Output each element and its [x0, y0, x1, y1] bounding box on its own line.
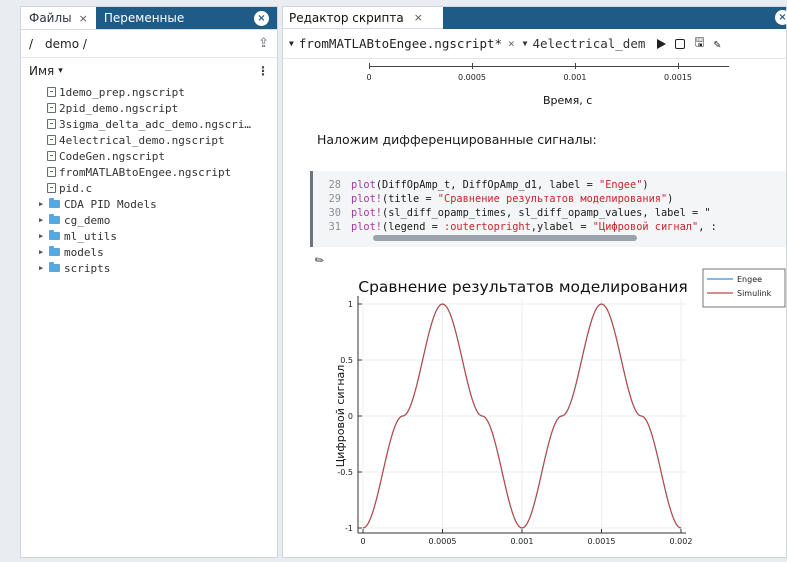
file-name: pid.c: [59, 181, 93, 195]
script-file-icon: [47, 103, 56, 113]
chevron-right-icon[interactable]: ▶: [39, 264, 49, 272]
folder-name: models: [64, 245, 104, 259]
y-tick-label: -0.5: [337, 468, 353, 477]
folder-item[interactable]: ▶ CDA PID Models: [39, 196, 277, 212]
file-item[interactable]: fromMATLABtoEngee.ngscript: [47, 164, 277, 180]
y-tick-label: 0: [348, 412, 353, 421]
run-icon[interactable]: [657, 38, 667, 49]
breadcrumb: / demo / ⇪: [21, 30, 277, 58]
save-icon[interactable]: 🖫: [694, 33, 704, 54]
chart-ylabel: Цифровой сигнал: [334, 365, 347, 468]
folder-icon: [49, 230, 60, 240]
file-name: CodeGen.ngscript: [59, 149, 165, 163]
file-list: 1demo_prep.ngscript 2pid_demo.ngscript 3…: [21, 84, 277, 196]
file-item[interactable]: 3sigma_delta_adc_demo.ngscri…: [47, 116, 277, 132]
brush-icon[interactable]: ✎: [714, 37, 721, 51]
folder-icon: [49, 262, 60, 272]
file-item[interactable]: 4electrical_demo.ngscript: [47, 132, 277, 148]
output-chart: 0 0.0005 0.001 0.0015 0.002 -1 -0.5 0 0.5 1 Сравне…: [334, 268, 786, 546]
script-file-icon: [47, 151, 56, 161]
code-file-icon: [47, 183, 56, 193]
file-item[interactable]: 1demo_prep.ngscript: [47, 84, 277, 100]
file-tab[interactable]: ▼ 4electrical_dem: [523, 36, 646, 51]
file-name: fromMATLABtoEngee.ngscript: [59, 165, 232, 179]
close-panel-icon[interactable]: ×: [775, 10, 787, 25]
file-name: 4electrical_demo.ngscript: [59, 133, 225, 147]
file-item[interactable]: 2pid_demo.ngscript: [47, 100, 277, 116]
x-tick-label: 0: [360, 537, 365, 546]
chevron-right-icon[interactable]: ▶: [39, 200, 49, 208]
x-tick-label: 0.002: [670, 537, 693, 546]
legend-label: Engee: [737, 275, 762, 284]
close-panel-icon[interactable]: ×: [254, 10, 269, 26]
x-tick-label: 0.001: [511, 537, 534, 546]
root-path-link[interactable]: /: [29, 37, 33, 51]
list-header: Имя ▾ ⋮: [21, 58, 277, 84]
sort-chevron-icon[interactable]: ▾: [58, 66, 63, 76]
folder-icon: [49, 198, 60, 208]
script-file-icon: [47, 167, 56, 177]
chevron-right-icon[interactable]: ▶: [39, 248, 49, 256]
folder-list: ▶ CDA PID Models ▶ cg_demo ▶ ml_utils ▶ mode…: [21, 196, 277, 276]
close-icon[interactable]: ×: [508, 37, 515, 50]
file-browser-panel: Файлы × Переменные × / demo / ⇪ Имя ▾ ⋮ …: [20, 6, 278, 558]
folder-name: scripts: [64, 261, 111, 275]
more-options-icon[interactable]: ⋮: [257, 64, 269, 78]
y-tick-label: -1: [345, 524, 353, 533]
file-tab-label: 4electrical_dem: [532, 36, 646, 51]
y-tick-label: 1: [348, 300, 353, 309]
app-window: Файлы × Переменные × / demo / ⇪ Имя ▾ ⋮ …: [0, 0, 787, 562]
chevron-down-icon[interactable]: ▼: [523, 39, 528, 48]
close-icon[interactable]: ×: [79, 12, 88, 25]
legend-label: Simulink: [737, 289, 772, 298]
folder-item[interactable]: ▶ cg_demo: [39, 212, 277, 228]
x-tick-label: 0.0015: [588, 537, 616, 546]
file-item[interactable]: CodeGen.ngscript: [47, 148, 277, 164]
script-editor-panel: Редактор скрипта × × ▼ fromMATLABtoEngee…: [282, 6, 787, 558]
file-tabbar: ▼ fromMATLABtoEngee.ngscript* × ▼ 4elect…: [283, 29, 786, 59]
file-name: 1demo_prep.ngscript: [59, 85, 185, 99]
current-path-link[interactable]: demo /: [45, 37, 87, 51]
folder-item[interactable]: ▶ ml_utils: [39, 228, 277, 244]
stop-icon[interactable]: [675, 38, 686, 49]
file-tab-active[interactable]: ▼ fromMATLABtoEngee.ngscript* ×: [289, 36, 515, 51]
editor-toolbar: 🖫 ✎: [657, 33, 721, 54]
y-tick-label: 0.5: [340, 356, 353, 365]
folder-icon: [49, 246, 60, 256]
x-tick-label: 0.0005: [429, 537, 457, 546]
file-item[interactable]: pid.c: [47, 180, 277, 196]
tab-script-editor-label: Редактор скрипта: [289, 10, 404, 25]
file-tab-label: fromMATLABtoEngee.ngscript*: [298, 36, 503, 51]
editor-tabbar: ×: [443, 7, 787, 29]
tab-variables-label: Переменные: [103, 11, 185, 25]
folder-name: cg_demo: [64, 213, 111, 227]
script-file-icon: [47, 135, 56, 145]
sort-by-name-button[interactable]: Имя: [29, 64, 54, 78]
folder-item[interactable]: ▶ scripts: [39, 260, 277, 276]
chevron-right-icon[interactable]: ▶: [39, 216, 49, 224]
folder-name: ml_utils: [64, 229, 117, 243]
file-name: 3sigma_delta_adc_demo.ngscri…: [59, 117, 252, 131]
file-name: 2pid_demo.ngscript: [59, 101, 179, 115]
chevron-right-icon[interactable]: ▶: [39, 232, 49, 240]
chart-title: Сравнение результатов моделирования: [358, 278, 687, 296]
script-file-icon: [47, 87, 56, 97]
chevron-down-icon[interactable]: ▼: [289, 39, 294, 48]
left-tabbar: Файлы × Переменные ×: [21, 7, 277, 30]
upload-icon[interactable]: ⇪: [258, 36, 269, 51]
tab-files[interactable]: Файлы ×: [21, 7, 96, 29]
script-file-icon: [47, 119, 56, 129]
folder-name: CDA PID Models: [64, 197, 157, 211]
folder-icon: [49, 214, 60, 224]
tab-script-editor[interactable]: Редактор скрипта ×: [283, 7, 443, 29]
tab-files-label: Файлы: [29, 11, 72, 25]
folder-item[interactable]: ▶ models: [39, 244, 277, 260]
close-icon[interactable]: ×: [414, 11, 423, 24]
notebook-content[interactable]: 0 0.0005 0.001 0.0015 Время, с Наложим д…: [283, 60, 786, 557]
tab-variables[interactable]: Переменные ×: [95, 7, 277, 29]
